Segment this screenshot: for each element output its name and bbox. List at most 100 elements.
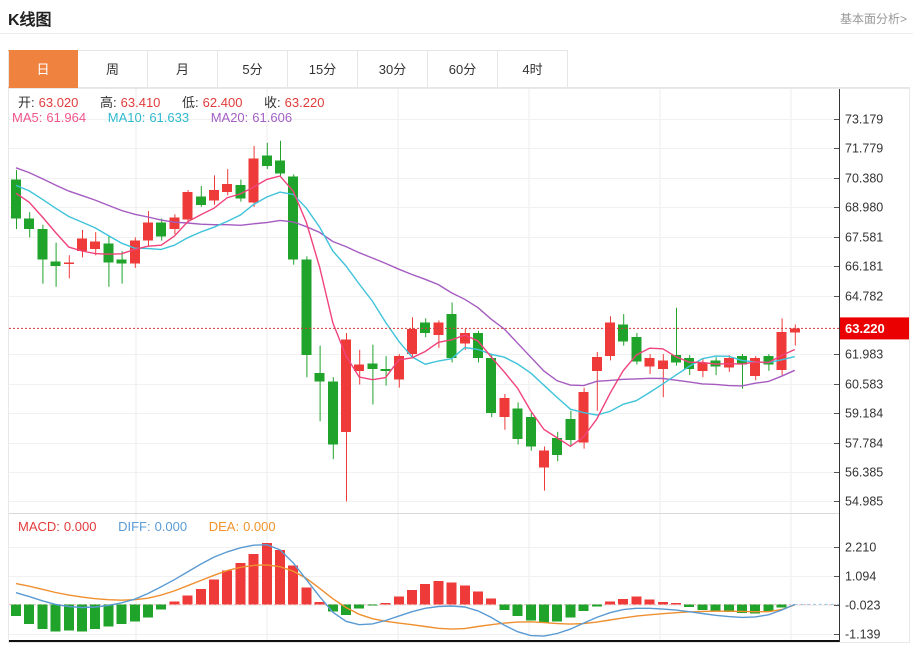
candle-body	[24, 218, 34, 229]
tab-5min[interactable]: 5分	[218, 50, 288, 88]
macd-histogram-bar	[631, 597, 641, 605]
macd-histogram-bar	[777, 604, 787, 607]
candle-body	[341, 339, 351, 431]
price-axis-label: 56.385	[845, 466, 883, 480]
candle-body	[275, 161, 285, 174]
candle-body	[183, 192, 193, 219]
price-axis-label: 61.983	[845, 348, 883, 362]
macd-histogram-bar	[301, 588, 311, 605]
macd-histogram-bar	[209, 580, 219, 605]
candle-body	[407, 329, 417, 354]
price-axis-label: 59.184	[845, 407, 883, 421]
macd-histogram-bar	[407, 590, 417, 604]
candle-body	[301, 259, 311, 355]
last-price-badge-label: 63.220	[845, 321, 885, 336]
price-axis-label: 67.581	[845, 231, 883, 245]
macd-histogram-bar	[605, 601, 615, 604]
ma20-line	[16, 168, 795, 386]
kline-chart-canvas[interactable]: 73.17971.77970.38068.98067.58166.18164.7…	[9, 89, 909, 642]
candle-body	[222, 184, 232, 192]
macd-histogram-bar	[130, 604, 140, 621]
candle-body	[790, 328, 800, 332]
ma10-label: MA10:	[108, 110, 146, 125]
macd-histogram-bar	[354, 604, 364, 608]
tab-15min[interactable]: 15分	[288, 50, 358, 88]
candle-body	[565, 419, 575, 440]
ma20-value: 61.606	[252, 110, 292, 125]
kline-page: { "header": { "title": "K线图", "analysis_…	[0, 0, 913, 647]
candle-body	[381, 369, 391, 371]
tab-4hour[interactable]: 4时	[498, 50, 568, 88]
candle-body	[750, 358, 760, 376]
macd-histogram-bar	[249, 554, 259, 605]
candle-body	[539, 451, 549, 468]
tab-month[interactable]: 月	[148, 50, 218, 88]
candle-body	[658, 360, 668, 368]
candle-body	[579, 392, 589, 442]
candle-body	[169, 217, 179, 229]
candle-body	[262, 155, 272, 166]
dea-label: DEA:	[209, 519, 239, 534]
candle-body	[77, 238, 87, 251]
macd-histogram-bar	[684, 604, 694, 607]
fundamental-analysis-link[interactable]: 基本面分析>	[840, 10, 907, 27]
page-title: K线图	[8, 6, 52, 30]
macd-histogram-bar	[367, 604, 377, 605]
candle-body	[447, 314, 457, 358]
macd-histogram-bar	[539, 604, 549, 623]
macd-histogram-bar	[645, 600, 655, 605]
low-label: 低:	[182, 95, 199, 110]
tab-week[interactable]: 周	[78, 50, 148, 88]
macd-histogram-bar	[565, 604, 575, 617]
macd-histogram-bar	[117, 604, 127, 623]
macd-histogram-bar	[315, 602, 325, 605]
candle-body	[64, 263, 74, 265]
ma-readout: MA5:61.964 MA10:61.633 MA20:61.606	[12, 110, 296, 125]
candle-body	[209, 190, 219, 201]
macd-axis-label: 2.210	[845, 541, 876, 555]
macd-histogram-bar	[262, 543, 272, 604]
period-tabbar: 日 周 月 5分 15分 30分 60分 4时	[8, 50, 910, 88]
candle-body	[51, 262, 61, 266]
macd-histogram-bar	[37, 604, 47, 629]
low-value: 62.400	[203, 95, 243, 110]
price-axis-label: 66.181	[845, 260, 883, 274]
tab-60min[interactable]: 60分	[428, 50, 498, 88]
kline-chart-container: 73.17971.77970.38068.98067.58166.18164.7…	[8, 88, 910, 643]
ma5-value: 61.964	[46, 110, 86, 125]
macd-histogram-bar	[671, 603, 681, 604]
candle-body	[777, 332, 787, 370]
macd-histogram-bar	[103, 604, 113, 626]
ma5-label: MA5:	[12, 110, 42, 125]
macd-histogram-bar	[275, 550, 285, 605]
candle-body	[724, 358, 734, 367]
candle-body	[196, 196, 206, 204]
candle-body	[315, 373, 325, 381]
candle-body	[117, 259, 127, 263]
candle-body	[526, 417, 536, 446]
candle-body	[645, 358, 655, 366]
macd-histogram-bar	[222, 571, 232, 605]
close-label: 收:	[264, 95, 281, 110]
macd-histogram-bar	[24, 604, 34, 623]
macd-histogram-bar	[473, 591, 483, 604]
candle-body	[697, 362, 707, 370]
candle-body	[354, 365, 364, 371]
macd-histogram-bar	[552, 604, 562, 621]
ohlc-readout: 开:63.020 高:63.410 低:62.400 收:63.220	[18, 92, 328, 111]
macd-axis-label: -1.139	[845, 628, 880, 642]
tab-day[interactable]: 日	[8, 50, 78, 88]
candle-body	[288, 176, 298, 259]
price-axis-label: 70.380	[845, 172, 883, 186]
candle-body	[420, 323, 430, 334]
tab-30min[interactable]: 30分	[358, 50, 428, 88]
candle-body	[513, 409, 523, 439]
macd-histogram-bar	[183, 595, 193, 604]
macd-histogram-bar	[77, 604, 87, 631]
macd-histogram-bar	[447, 582, 457, 604]
macd-histogram-bar	[51, 604, 61, 631]
candle-body	[103, 244, 113, 263]
open-value: 63.020	[39, 95, 79, 110]
price-axis-label: 54.985	[845, 495, 883, 509]
macd-axis-label: 1.094	[845, 570, 876, 584]
